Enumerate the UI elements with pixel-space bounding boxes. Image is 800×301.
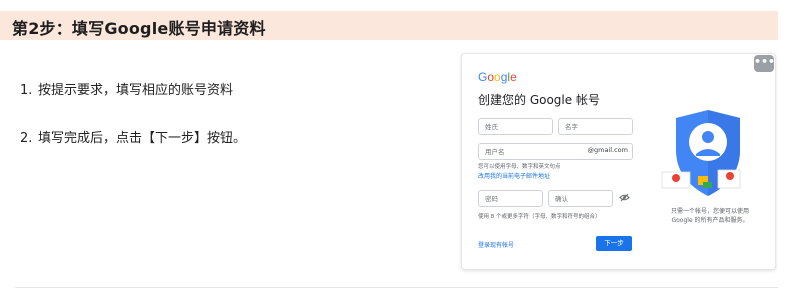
last-name-placeholder: 姓氏 [485, 123, 498, 131]
password-hint: 使用 8 个或更多字符（字母、数字和符号的组合） [478, 214, 601, 220]
last-name-field[interactable]: 姓氏 [478, 118, 553, 135]
google-logo-letter: o [494, 70, 501, 84]
next-button[interactable]: 下一步 [596, 236, 632, 251]
illustration-caption: 只需一个帐号，您便可以使用 Google 的所有产品和服务。 [660, 207, 760, 225]
create-account-title: 创建您的 Google 帐号 [478, 93, 600, 107]
step-text: 填写完成后，点击【下一步】按钮。 [38, 131, 247, 146]
hide-password-icon[interactable] [619, 193, 630, 202]
section-title: 第2步：填写Google账号申请资料 [12, 19, 266, 38]
step-number: 1. [20, 83, 33, 98]
password-field[interactable]: 密码 [478, 190, 543, 207]
caption-line-1: 只需一个帐号，您便可以使用 [670, 208, 749, 215]
google-logo: Google [478, 70, 517, 84]
step-item-1: 1. 按提示要求，填写相应的账号资料 [20, 79, 233, 98]
step-number: 2. [20, 131, 33, 146]
divider [15, 287, 778, 288]
first-name-field[interactable]: 名字 [558, 118, 633, 135]
username-hint: 您可以使用字母、数字和英文句点 [478, 164, 561, 170]
google-logo-letter: G [478, 70, 488, 84]
step-text: 按提示要求，填写相应的账号资料 [38, 83, 234, 98]
sign-in-link[interactable]: 登录现有帐号 [478, 240, 514, 249]
more-options-button[interactable]: ••• [754, 55, 775, 72]
caption-line-2: Google 的所有产品和服务。 [671, 217, 749, 224]
gmail-suffix: @gmail.com [587, 146, 628, 154]
step-item-2: 2. 填写完成后，点击【下一步】按钮。 [20, 127, 246, 146]
confirm-password-field[interactable]: 确认 [548, 190, 613, 207]
use-current-email-link[interactable]: 改用我的当前电子邮件地址 [478, 171, 550, 180]
username-field[interactable]: 用户名 @gmail.com [478, 143, 633, 160]
google-logo-letter: e [510, 70, 517, 84]
username-placeholder: 用户名 [485, 148, 505, 156]
first-name-placeholder: 名字 [565, 123, 578, 131]
google-signup-screenshot: Google 创建您的 Google 帐号 姓氏 名字 用户名 @gmail.c… [461, 53, 776, 270]
account-shield-illustration [661, 110, 741, 196]
confirm-placeholder: 确认 [555, 195, 568, 203]
section-header: 第2步：填写Google账号申请资料 [0, 11, 778, 40]
password-placeholder: 密码 [485, 195, 498, 203]
